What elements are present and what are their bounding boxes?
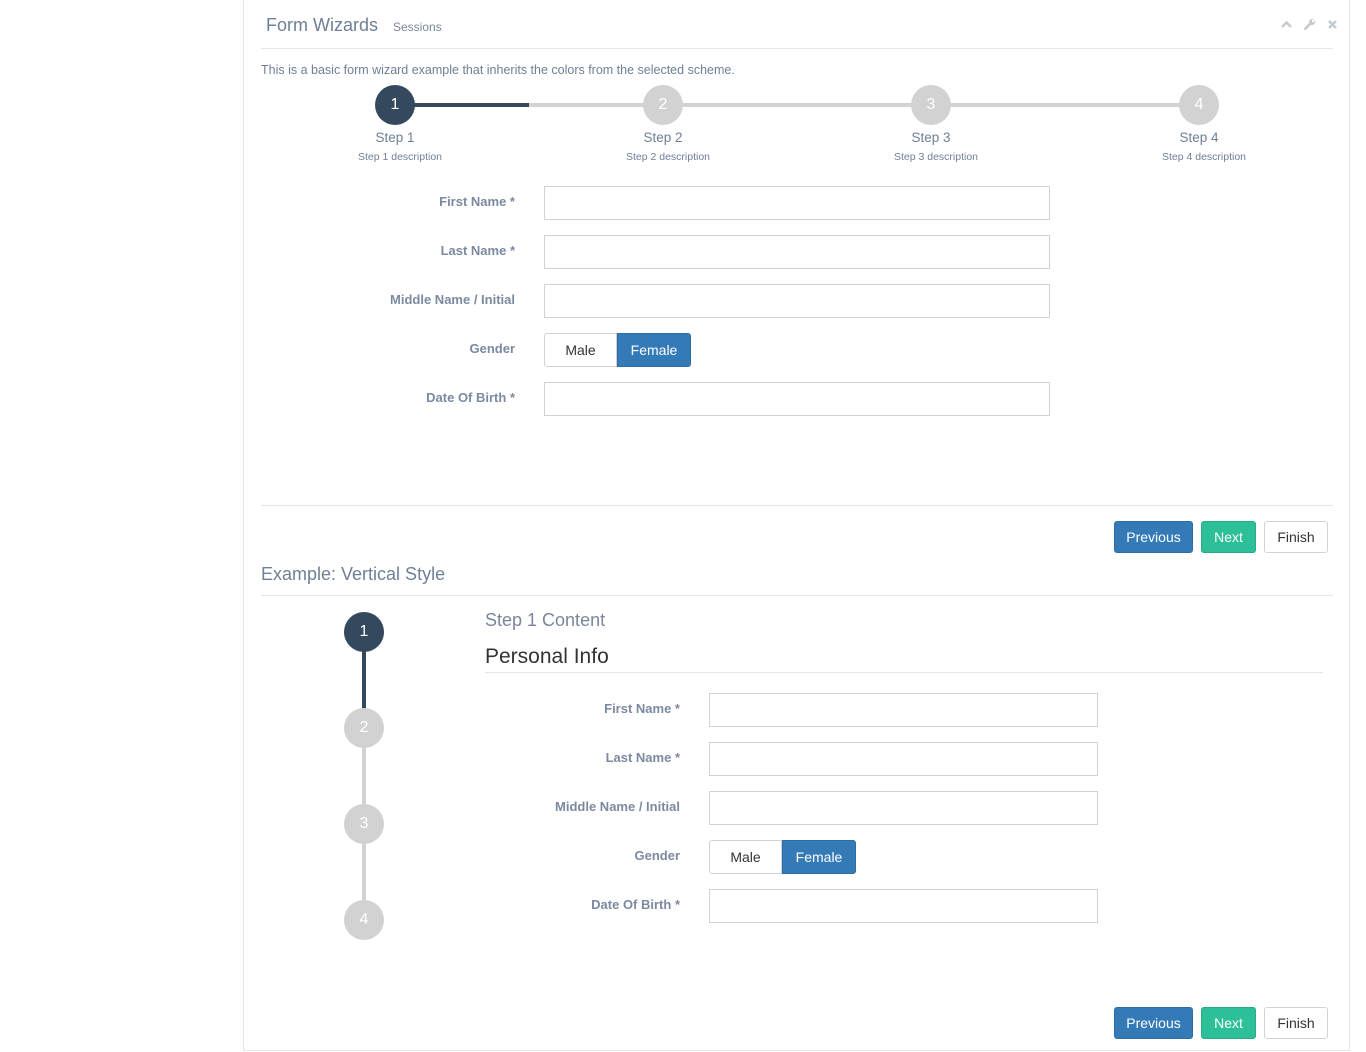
chevron-up-icon[interactable] xyxy=(1280,18,1293,31)
step-2-title: Step 2 xyxy=(643,130,683,145)
vertical-previous-button[interactable]: Previous xyxy=(1114,1007,1193,1039)
header-divider xyxy=(261,48,1333,49)
vertical-last-name-input[interactable] xyxy=(709,742,1098,776)
vertical-section-title: Example: Vertical Style xyxy=(261,564,446,584)
vertical-first-name-input[interactable] xyxy=(709,693,1098,727)
dob-input[interactable] xyxy=(544,382,1050,416)
panel-subtitle: Sessions xyxy=(393,20,442,34)
gender-female-option[interactable]: Female xyxy=(617,333,691,367)
vertical-gender-male-option[interactable]: Male xyxy=(709,840,782,874)
step-content-title: Step 1 Content xyxy=(485,610,606,630)
vertical-gender-toggle: Male Female xyxy=(709,840,856,874)
vertical-next-button[interactable]: Next xyxy=(1201,1007,1256,1039)
step-4-circle[interactable]: 4 xyxy=(1179,85,1219,125)
vertical-gender-label: Gender xyxy=(634,848,680,863)
step-3-title: Step 3 xyxy=(911,130,951,145)
horizontal-step-track-progress xyxy=(395,103,529,107)
gender-male-option[interactable]: Male xyxy=(544,333,617,367)
form-footer-divider xyxy=(261,505,1333,506)
step-2-description: Step 2 description xyxy=(625,151,711,163)
personal-info-divider xyxy=(485,672,1323,673)
vertical-step-4-circle[interactable]: 4 xyxy=(344,900,384,940)
first-name-label: First Name * xyxy=(439,194,515,209)
vertical-first-name-label: First Name * xyxy=(604,701,680,716)
vertical-step-1-circle[interactable]: 1 xyxy=(344,612,384,652)
close-icon[interactable] xyxy=(1326,18,1339,31)
vertical-gender-female-option[interactable]: Female xyxy=(782,840,856,874)
personal-info-heading: Personal Info xyxy=(485,645,609,668)
step-4-title: Step 4 xyxy=(1179,130,1219,145)
gender-toggle: Male Female xyxy=(544,333,691,367)
form-wizards-panel: Form Wizards Sessions This is a basic fo… xyxy=(243,0,1350,1051)
vertical-dob-label: Date Of Birth * xyxy=(591,897,680,912)
vertical-last-name-label: Last Name * xyxy=(605,750,680,765)
step-3-description: Step 3 description xyxy=(893,151,979,163)
panel-header-icons xyxy=(1280,18,1339,31)
vertical-middle-name-input[interactable] xyxy=(709,791,1098,825)
step-1-title: Step 1 xyxy=(375,130,415,145)
first-name-input[interactable] xyxy=(544,186,1050,220)
step-2-circle[interactable]: 2 xyxy=(643,85,683,125)
vertical-dob-input[interactable] xyxy=(709,889,1098,923)
vertical-step-2-circle[interactable]: 2 xyxy=(344,708,384,748)
panel-title: Form Wizards xyxy=(266,15,378,35)
step-4-description: Step 4 description xyxy=(1161,151,1247,163)
step-3-circle[interactable]: 3 xyxy=(911,85,951,125)
step-1-description: Step 1 description xyxy=(357,151,443,163)
gender-label: Gender xyxy=(469,341,515,356)
wrench-icon[interactable] xyxy=(1303,18,1316,31)
last-name-label: Last Name * xyxy=(440,243,515,258)
vertical-section-divider xyxy=(261,595,1333,596)
next-button[interactable]: Next xyxy=(1201,521,1256,553)
step-1-circle[interactable]: 1 xyxy=(375,85,415,125)
middle-name-label: Middle Name / Initial xyxy=(390,292,515,307)
vertical-middle-name-label: Middle Name / Initial xyxy=(555,799,680,814)
previous-button[interactable]: Previous xyxy=(1114,521,1193,553)
dob-label: Date Of Birth * xyxy=(426,390,515,405)
wizard-description: This is a basic form wizard example that… xyxy=(261,63,735,77)
middle-name-input[interactable] xyxy=(544,284,1050,318)
finish-button[interactable]: Finish xyxy=(1264,521,1328,553)
last-name-input[interactable] xyxy=(544,235,1050,269)
vertical-finish-button[interactable]: Finish xyxy=(1264,1007,1328,1039)
vertical-step-3-circle[interactable]: 3 xyxy=(344,804,384,844)
